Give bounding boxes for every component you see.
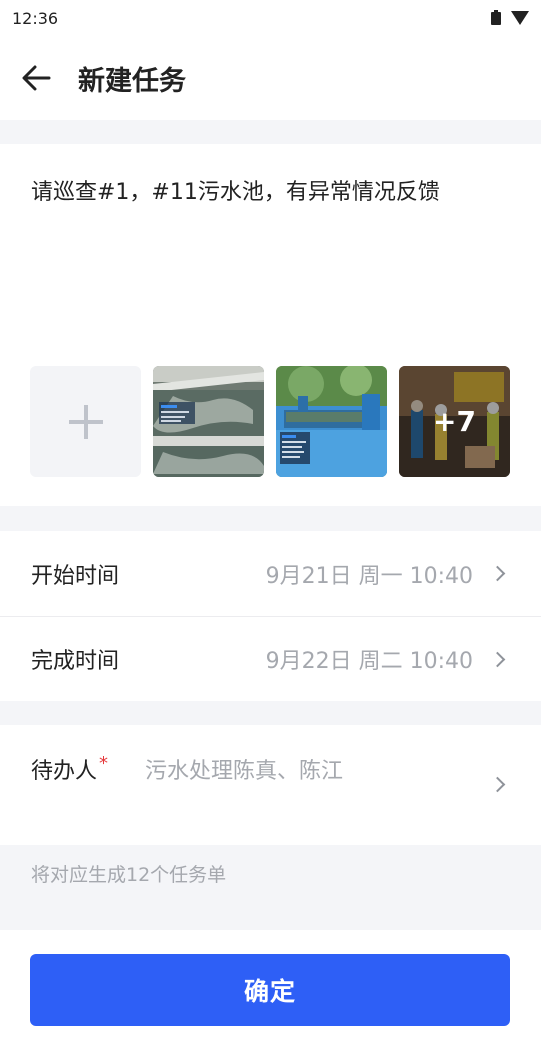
assignee-value: 污水处理陈真、陈江 xyxy=(145,759,344,784)
schedule-card: 开始时间 9月21日 周一 10:40 完成时间 9月22日 周二 10:40 xyxy=(0,531,541,701)
footer: 确定 xyxy=(0,930,541,1051)
back-button[interactable] xyxy=(0,36,72,120)
finish-time-row[interactable]: 完成时间 9月22日 周二 10:40 xyxy=(0,616,541,701)
confirm-button[interactable]: 确定 xyxy=(30,954,510,1026)
workers-photo[interactable]: +7 xyxy=(399,366,510,477)
chevron-right-icon xyxy=(489,651,506,667)
finish-time-value: 9月22日 周二 10:40 xyxy=(265,649,473,674)
assignee-label: 待办人 * xyxy=(31,753,108,785)
blue-tank-photo[interactable] xyxy=(276,366,387,477)
start-time-row[interactable]: 开始时间 9月21日 周一 10:40 xyxy=(0,531,541,616)
page-title: 新建任务 xyxy=(78,65,186,97)
status-icons xyxy=(491,10,529,25)
finish-time-label: 完成时间 xyxy=(31,649,120,674)
battery-icon xyxy=(491,10,501,25)
chevron-right-icon xyxy=(489,776,506,793)
assignee-label-text: 待办人 xyxy=(31,759,98,784)
required-mark: * xyxy=(99,753,109,774)
plus-icon xyxy=(68,404,103,439)
add-photo-button[interactable] xyxy=(30,366,141,477)
status-time: 12:36 xyxy=(12,8,59,28)
sewage-tank-photo[interactable] xyxy=(153,366,264,477)
task-description[interactable]: 请巡查#1，#11污水池，有异常情况反馈 xyxy=(31,177,511,209)
task-description-card: 请巡查#1，#11污水池，有异常情况反馈 +7 xyxy=(0,144,541,506)
signal-icon xyxy=(511,11,529,25)
task-count-hint: 将对应生成12个任务单 xyxy=(31,864,227,886)
assignee-row[interactable]: 待办人 * 污水处理陈真、陈江 xyxy=(0,725,541,845)
more-photos-count: +7 xyxy=(399,366,510,477)
header: 新建任务 xyxy=(0,36,541,120)
status-bar: 12:36 xyxy=(0,0,541,36)
chevron-right-icon xyxy=(489,565,506,582)
arrow-left-icon xyxy=(22,65,51,91)
start-time-label: 开始时间 xyxy=(31,563,120,589)
photo-row: +7 xyxy=(30,366,510,477)
start-time-value: 9月21日 周一 10:40 xyxy=(265,563,473,589)
